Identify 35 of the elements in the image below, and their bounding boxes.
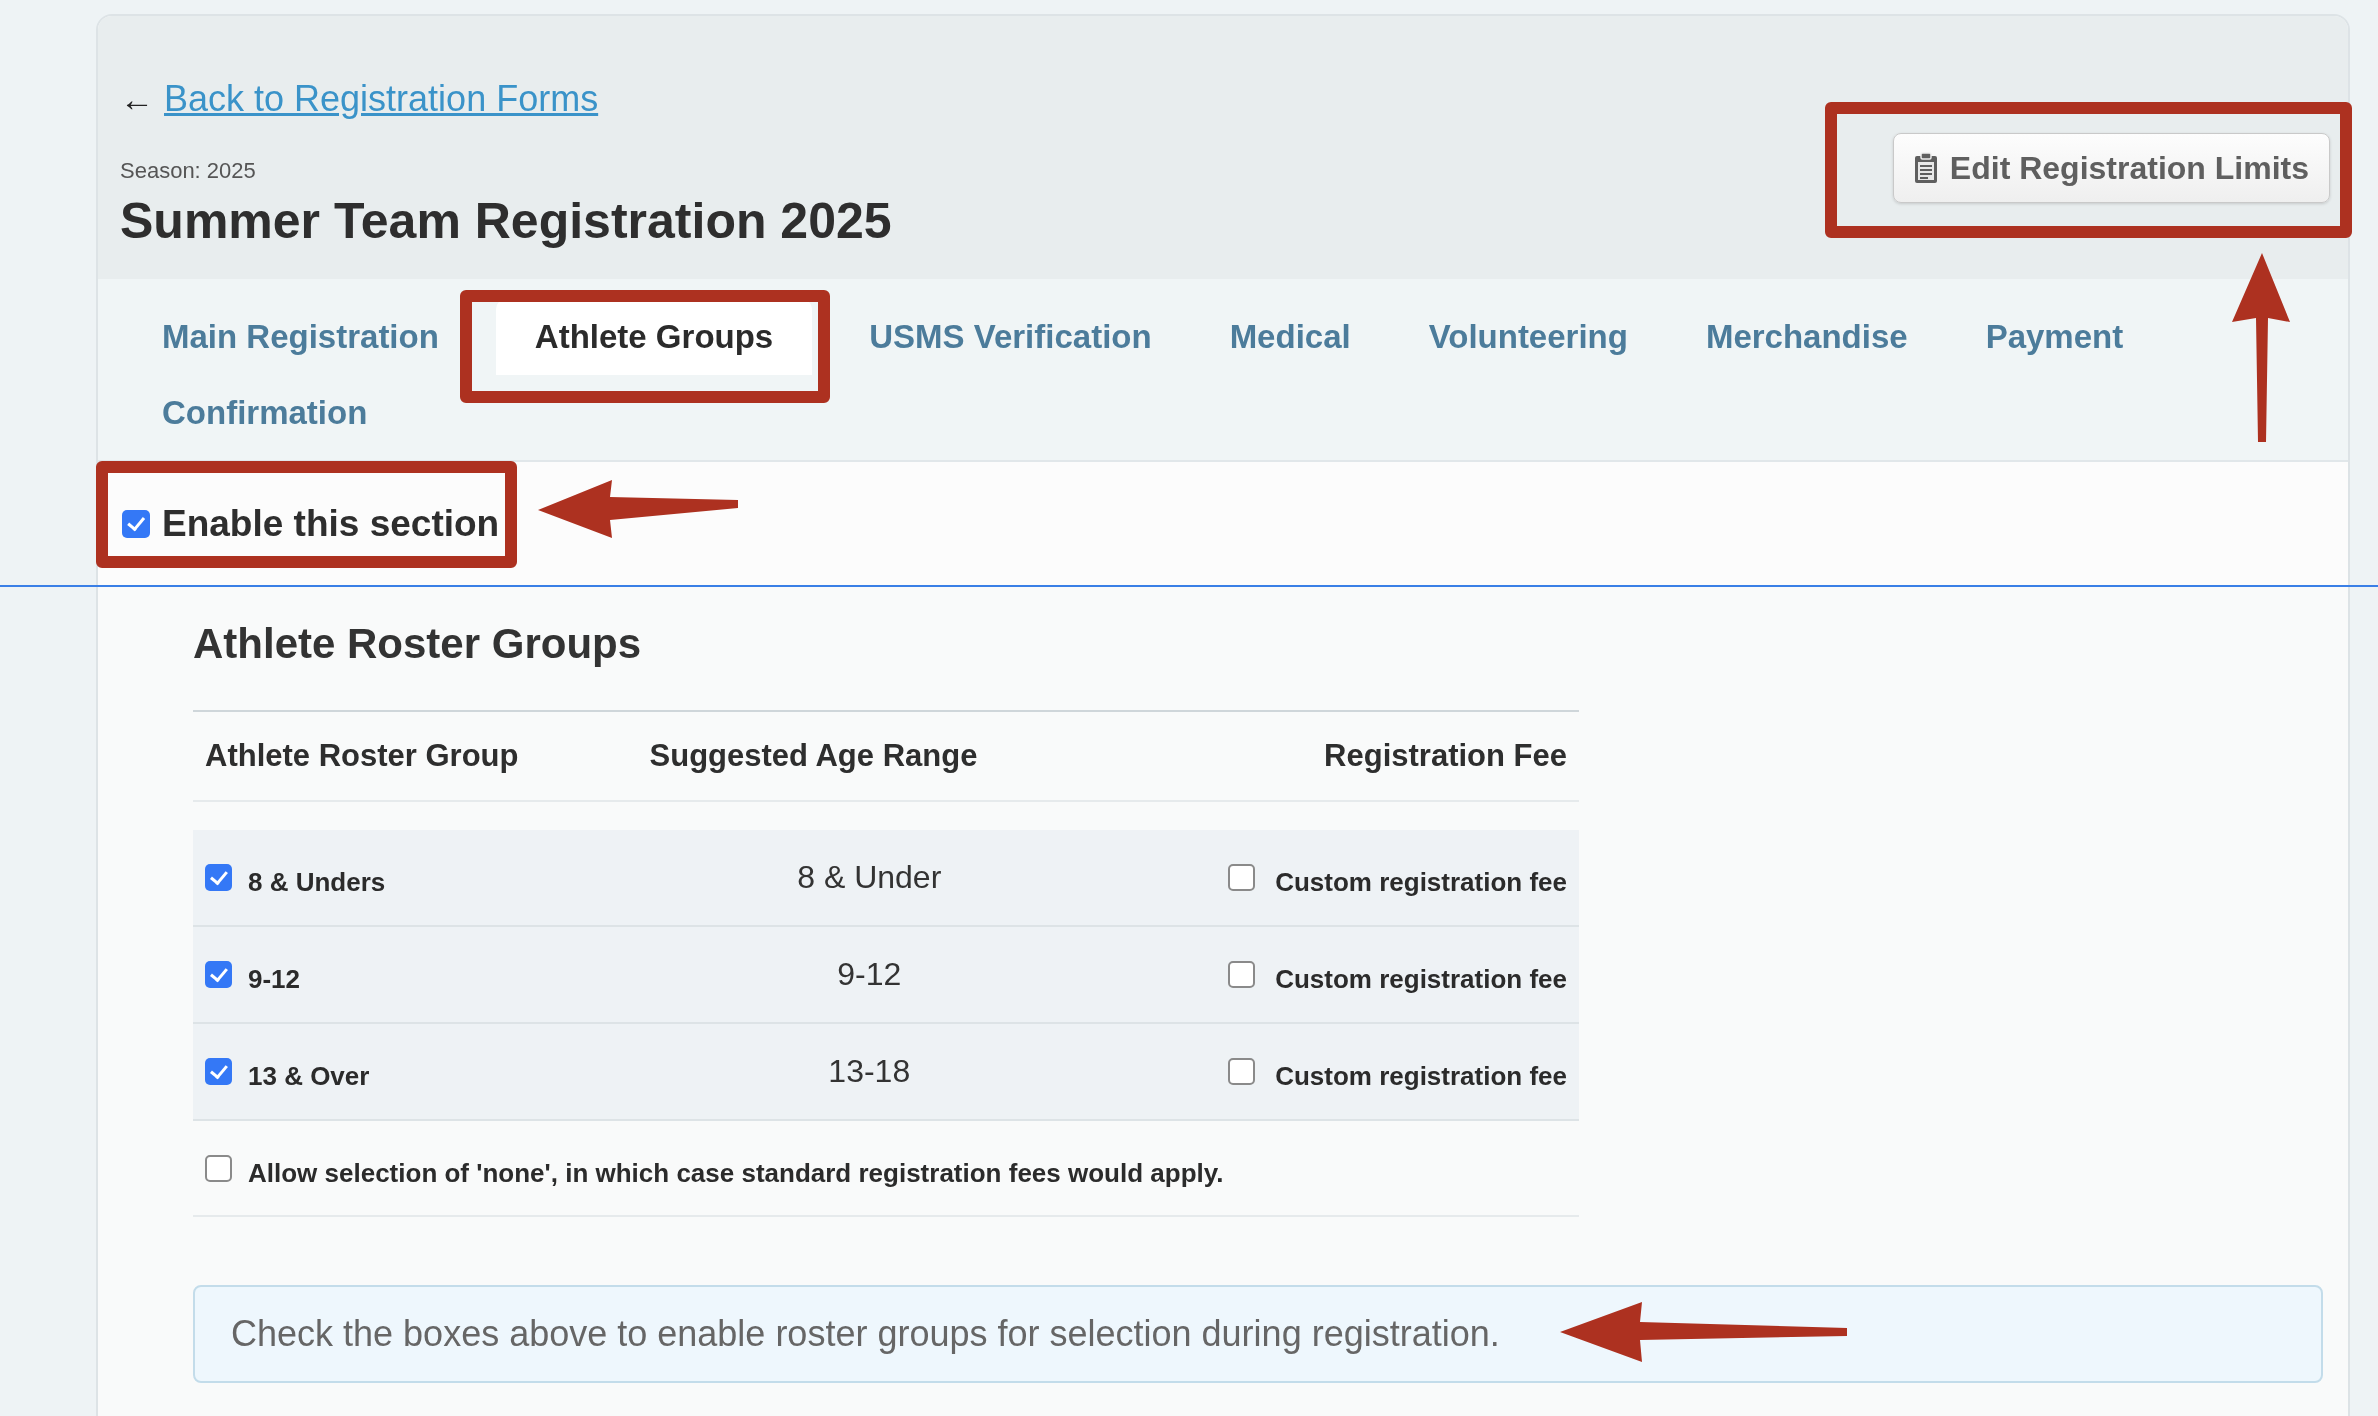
- checkbox[interactable]: [1228, 864, 1256, 891]
- tab[interactable]: Payment: [1946, 299, 2163, 375]
- back-arrow: ←: [120, 79, 154, 119]
- age-range-cell: 8 & Under: [637, 830, 1102, 926]
- tab[interactable]: USMS Verification: [830, 299, 1191, 375]
- section-title: Athlete Roster Groups: [193, 620, 643, 668]
- checkbox[interactable]: [205, 864, 232, 891]
- age-range-cell: 13-18: [637, 1023, 1102, 1120]
- tab[interactable]: Medical: [1190, 299, 1390, 375]
- season-label: Season: 2025: [120, 158, 257, 184]
- custom-fee-label: Custom registration fee: [1275, 867, 1567, 898]
- info-message: Check the boxes above to enable roster groups for selection during registration.: [193, 1285, 2323, 1383]
- group-name: 9-12: [248, 964, 301, 995]
- allow-none-label: Allow selection of 'none', in which case standard registration fees would apply.: [248, 1157, 1224, 1189]
- tab[interactable]: Main Registration: [123, 299, 478, 375]
- enable-label: Enable this section: [162, 503, 500, 545]
- page-title: Summer Team Registration 2025: [120, 192, 892, 250]
- checkbox[interactable]: [205, 961, 232, 988]
- back-link[interactable]: Back to Registration Forms: [164, 78, 599, 120]
- edit-limits-button[interactable]: Edit Registration Limits: [1892, 133, 2330, 203]
- checkbox[interactable]: [122, 510, 150, 538]
- clipboard-icon: [1913, 152, 1938, 184]
- tab[interactable]: Volunteering: [1389, 299, 1667, 375]
- tab[interactable]: Merchandise: [1666, 299, 1947, 375]
- group-name: 13 & Over: [248, 1061, 370, 1092]
- tab[interactable]: Athlete Groups: [495, 299, 813, 375]
- checkbox[interactable]: [205, 1154, 232, 1182]
- checkbox[interactable]: [1228, 1058, 1256, 1085]
- custom-fee-label: Custom registration fee: [1275, 964, 1567, 995]
- group-name: 8 & Unders: [248, 867, 386, 898]
- custom-fee-label: Custom registration fee: [1275, 1061, 1567, 1092]
- age-range-cell: 9-12: [637, 926, 1102, 1023]
- checkbox[interactable]: [1228, 961, 1256, 988]
- checkbox[interactable]: [205, 1058, 232, 1085]
- tab[interactable]: Confirmation: [123, 375, 407, 451]
